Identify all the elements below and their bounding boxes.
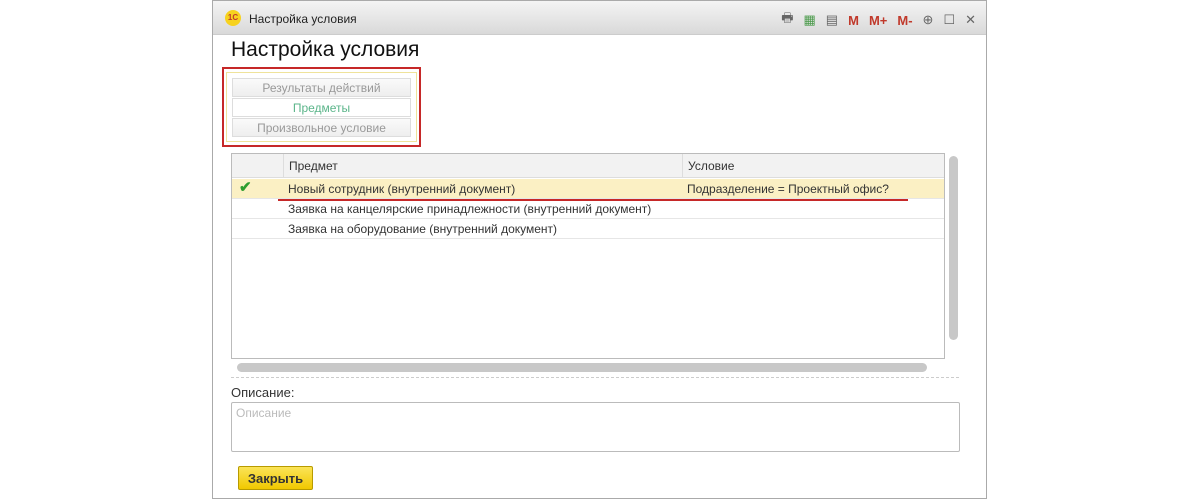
description-input[interactable] bbox=[231, 402, 960, 452]
window-title: Настройка условия bbox=[249, 12, 357, 26]
column-header-check bbox=[232, 154, 283, 178]
vertical-scrollbar[interactable] bbox=[949, 156, 958, 340]
subject-cell: Заявка на оборудование (внутренний докум… bbox=[288, 222, 558, 236]
column-header-condition[interactable]: Условие bbox=[682, 154, 945, 178]
checkmark-icon: ✔ bbox=[239, 179, 252, 196]
memory-minus-button[interactable]: M- bbox=[897, 13, 912, 28]
close-icon[interactable]: ✕ bbox=[965, 12, 976, 28]
mode-action-results[interactable]: Результаты действий bbox=[232, 78, 411, 97]
table-row[interactable]: Заявка на канцелярские принадлежности (в… bbox=[232, 199, 944, 219]
calculator-icon[interactable]: ▦ bbox=[804, 12, 816, 28]
maximize-icon[interactable]: ☐ bbox=[943, 12, 955, 28]
description-label: Описание: bbox=[231, 385, 295, 400]
title-bar: 1С Настройка условия 🖶 ▦ ▤ M M+ M- ⊕ ☐ ✕ bbox=[213, 1, 986, 35]
memory-button[interactable]: M bbox=[848, 13, 859, 28]
mode-custom-condition[interactable]: Произвольное условие bbox=[232, 118, 411, 137]
memory-plus-button[interactable]: M+ bbox=[869, 13, 887, 28]
column-header-subject[interactable]: Предмет bbox=[283, 154, 682, 178]
mode-subjects[interactable]: Предметы bbox=[232, 98, 411, 117]
subject-cell: Новый сотрудник (внутренний документ) bbox=[288, 182, 516, 196]
1c-logo-icon: 1С bbox=[225, 10, 241, 26]
horizontal-scrollbar[interactable] bbox=[237, 363, 927, 372]
calendar-icon[interactable]: ▤ bbox=[826, 12, 838, 28]
divider bbox=[231, 377, 959, 378]
condition-cell: Подразделение = Проектный офис? bbox=[687, 182, 889, 196]
red-underline-annotation bbox=[278, 199, 908, 201]
subjects-table: Предмет Условие ✔ Новый сотрудник (внутр… bbox=[231, 153, 945, 359]
table-row[interactable]: ✔ Новый сотрудник (внутренний документ) … bbox=[232, 179, 944, 199]
zoom-icon[interactable]: ⊕ bbox=[923, 12, 934, 28]
condition-settings-window: 1С Настройка условия 🖶 ▦ ▤ M M+ M- ⊕ ☐ ✕… bbox=[212, 0, 987, 499]
print-icon[interactable]: 🖶 bbox=[781, 9, 793, 31]
close-button[interactable]: Закрыть bbox=[238, 466, 313, 490]
table-header: Предмет Условие bbox=[232, 154, 944, 178]
mode-switch-highlight: Результаты действий Предметы Произвольно… bbox=[222, 67, 421, 147]
page-title: Настройка условия bbox=[231, 38, 420, 61]
table-row[interactable]: Заявка на оборудование (внутренний докум… bbox=[232, 219, 944, 239]
subject-cell: Заявка на канцелярские принадлежности (в… bbox=[288, 202, 652, 216]
